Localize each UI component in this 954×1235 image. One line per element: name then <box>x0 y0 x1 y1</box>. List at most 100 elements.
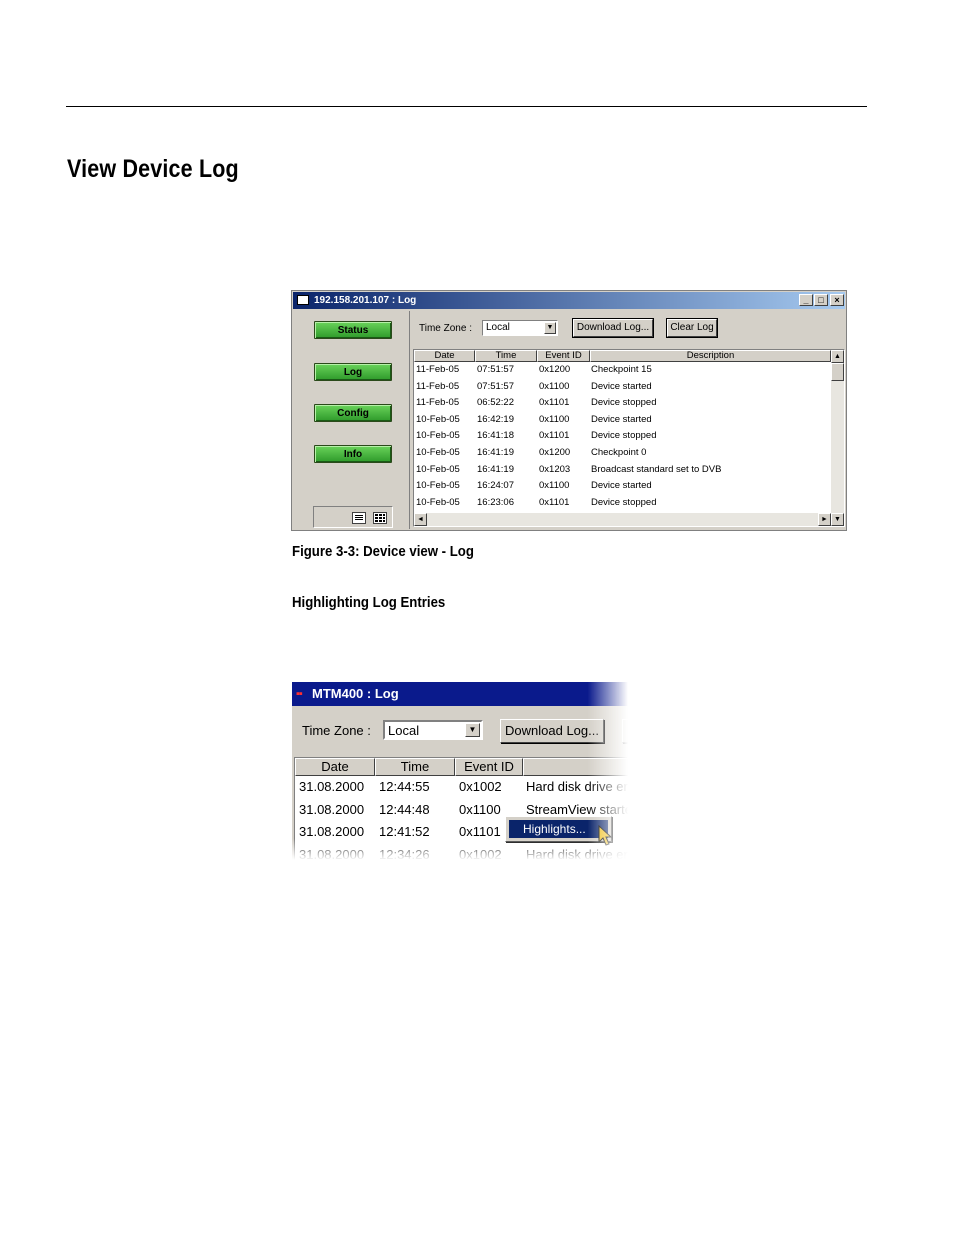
log-cell-date[interactable]: 11-Feb-05 <box>416 397 459 408</box>
log-cell-description[interactable]: Device stopped <box>591 497 656 508</box>
header-rule <box>66 106 867 107</box>
log-cell-time[interactable]: 12:44:55 <box>379 779 430 794</box>
column-header-time[interactable]: Time <box>375 758 455 776</box>
column-header-description[interactable] <box>523 758 628 776</box>
list-view-icon[interactable] <box>352 512 366 524</box>
column-header-time[interactable]: Time <box>475 350 537 362</box>
log-cell-time[interactable]: 07:51:57 <box>477 364 514 375</box>
log-cell-date[interactable]: 11-Feb-05 <box>416 381 459 392</box>
log-cell-time[interactable]: 16:41:18 <box>477 430 514 441</box>
log-button[interactable]: Log <box>314 363 392 381</box>
window-titlebar[interactable]: 192.158.201.107 : Log _ □ × <box>293 292 845 309</box>
log-cell-date[interactable]: 31.08.2000 <box>299 779 364 794</box>
window-title: 192.158.201.107 : Log <box>314 295 417 306</box>
log-cell-date[interactable]: 10-Feb-05 <box>416 414 460 425</box>
log-cell-event-id[interactable]: 0x1100 <box>539 480 569 491</box>
log-cell-date[interactable]: 10-Feb-05 <box>416 497 460 508</box>
log-cell-date[interactable]: 10-Feb-05 <box>416 480 460 491</box>
chevron-down-icon[interactable]: ▼ <box>544 322 556 334</box>
status-button[interactable]: Status <box>314 321 392 339</box>
log-cell-date[interactable]: 31.08.2000 <box>299 824 364 839</box>
window-titlebar[interactable]: ▪▪ MTM400 : Log <box>292 682 628 706</box>
log-table: Date Time Event ID Description 11-Feb-05… <box>413 349 845 527</box>
log-cell-event-id[interactable]: 0x1002 <box>459 847 502 861</box>
config-button[interactable]: Config <box>314 404 392 422</box>
horizontal-scrollbar[interactable]: ◄ ► ▼ <box>414 513 844 526</box>
log-cell-event-id[interactable]: 0x1100 <box>539 381 569 392</box>
scroll-thumb[interactable] <box>831 363 844 381</box>
log-cell-description[interactable]: Broadcast standard set to DVB <box>591 464 721 475</box>
log-cell-event-id[interactable]: 0x1200 <box>539 447 570 458</box>
log-cell-description[interactable]: Device stopped <box>591 430 656 441</box>
log-cell-time[interactable]: 16:24:07 <box>477 480 514 491</box>
info-button[interactable]: Info <box>314 445 392 463</box>
log-cell-description[interactable]: Device started <box>591 381 652 392</box>
column-header-event-id[interactable]: Event ID <box>537 350 590 362</box>
log-cell-event-id[interactable]: 0x1101 <box>539 430 569 441</box>
log-cell-time[interactable]: 16:42:19 <box>477 414 514 425</box>
log-cell-event-id[interactable]: 0x1101 <box>459 824 501 839</box>
log-cell-date[interactable]: 31.08.2000 <box>299 802 364 817</box>
log-cell-date[interactable]: 10-Feb-05 <box>416 447 460 458</box>
log-cell-description[interactable]: StreamView starte <box>526 802 628 817</box>
time-zone-label: Time Zone : <box>302 723 371 738</box>
column-header-date[interactable]: Date <box>414 350 475 362</box>
log-cell-description[interactable]: Device started <box>591 414 652 425</box>
maximize-icon[interactable]: □ <box>814 294 828 306</box>
log-cell-time[interactable]: 12:41:52 <box>379 824 430 839</box>
log-cell-time[interactable]: 16:41:19 <box>477 464 514 475</box>
log-cell-event-id[interactable]: 0x1100 <box>539 414 569 425</box>
log-cell-event-id[interactable]: 0x1002 <box>459 779 502 794</box>
time-zone-select[interactable]: Local ▼ <box>383 720 483 740</box>
app-icon <box>297 295 309 305</box>
scroll-right-icon[interactable]: ► <box>818 513 831 526</box>
log-cell-description[interactable]: Hard disk drive err <box>526 847 628 861</box>
log-cell-description[interactable]: Device stopped <box>591 397 656 408</box>
log-cell-time[interactable]: 07:51:57 <box>477 381 514 392</box>
log-cell-description[interactable]: Device started <box>591 480 652 491</box>
column-header-event-id[interactable]: Event ID <box>455 758 523 776</box>
log-cell-event-id[interactable]: 0x1203 <box>539 464 570 475</box>
scroll-up-icon[interactable]: ▲ <box>831 350 844 363</box>
log-cell-time[interactable]: 12:34:26 <box>379 847 430 861</box>
close-icon[interactable]: × <box>830 294 844 306</box>
log-cell-description[interactable]: Hard disk drive err <box>526 779 628 794</box>
page-title: View Device Log <box>67 155 239 183</box>
log-cell-description[interactable]: Checkpoint 15 <box>591 364 652 375</box>
scroll-down-icon[interactable]: ▼ <box>831 513 844 526</box>
column-header-description[interactable]: Description <box>590 350 831 362</box>
chevron-down-icon[interactable]: ▼ <box>465 723 480 737</box>
log-cell-event-id[interactable]: 0x1200 <box>539 364 570 375</box>
context-menu: Highlights... <box>505 816 612 842</box>
log-cell-event-id[interactable]: 0x1101 <box>539 497 569 508</box>
section-subheading: Highlighting Log Entries <box>292 594 446 611</box>
vertical-scrollbar[interactable]: ▲ <box>831 350 844 514</box>
log-cell-event-id[interactable]: 0x1101 <box>539 397 569 408</box>
clear-log-button[interactable]: Clear Log <box>667 319 717 337</box>
log-cell-time[interactable]: 16:23:06 <box>477 497 514 508</box>
column-header-date[interactable]: Date <box>295 758 375 776</box>
window-title: MTM400 : Log <box>312 686 399 701</box>
log-cell-date[interactable]: 10-Feb-05 <box>416 430 460 441</box>
log-cell-date[interactable]: 10-Feb-05 <box>416 464 460 475</box>
highlights-menu-item[interactable]: Highlights... <box>509 820 608 838</box>
scroll-left-icon[interactable]: ◄ <box>414 513 427 526</box>
log-cell-time[interactable]: 12:44:48 <box>379 802 430 817</box>
log-cell-date[interactable]: 31.08.2000 <box>299 847 364 861</box>
download-log-button[interactable]: Download Log... <box>573 319 653 337</box>
log-cell-time[interactable]: 16:41:19 <box>477 447 514 458</box>
time-zone-value: Local <box>388 723 420 738</box>
time-zone-select[interactable]: Local ▼ <box>482 320 558 336</box>
log-cell-time[interactable]: 06:52:22 <box>477 397 514 408</box>
clear-log-button-partial[interactable] <box>622 719 628 743</box>
grid-view-icon[interactable] <box>373 512 387 524</box>
log-cell-date[interactable]: 11-Feb-05 <box>416 364 459 375</box>
log-table: Date Time Event ID 31.08.2000 12:44:55 0x1… <box>294 757 628 860</box>
mtm400-log-window: ▪▪ MTM400 : Log Time Zone : Local ▼ Down… <box>292 682 628 860</box>
device-log-window: 192.158.201.107 : Log _ □ × Status Log C… <box>291 290 847 531</box>
log-cell-event-id[interactable]: 0x1100 <box>459 802 501 817</box>
log-cell-description[interactable]: Checkpoint 0 <box>591 447 646 458</box>
figure-caption: Figure 3-3: Device view - Log <box>292 543 474 560</box>
minimize-icon[interactable]: _ <box>799 294 813 306</box>
download-log-button[interactable]: Download Log... <box>500 719 604 743</box>
